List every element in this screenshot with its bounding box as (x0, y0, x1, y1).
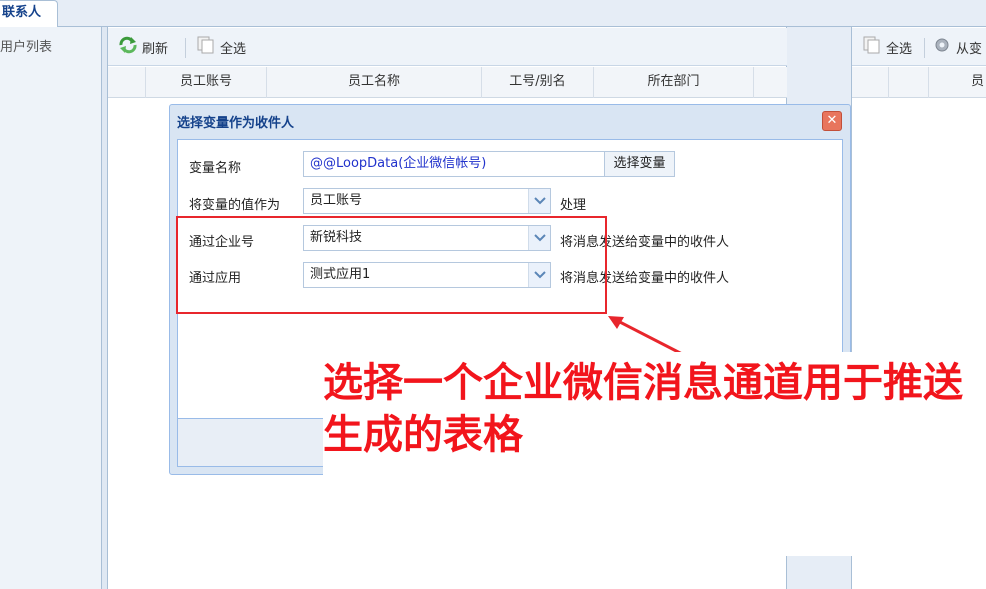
annotation-text: 选择一个企业微信消息通道用于推送生成的表格 (323, 360, 963, 458)
right-select-all-button[interactable]: 全选 (862, 36, 912, 58)
value-as-select[interactable]: 员工账号 (303, 188, 551, 214)
gear-icon (932, 36, 952, 58)
value-as-suffix: 处理 (560, 198, 587, 213)
grid-col-name[interactable]: 员工名称 (266, 67, 481, 98)
var-name-input[interactable]: @@LoopData(企业微信帐号) (303, 151, 605, 177)
chevron-down-icon[interactable] (528, 189, 550, 213)
select-all-button[interactable]: 全选 (196, 36, 246, 58)
tab-contacts[interactable]: 联系人 (0, 0, 58, 27)
var-name-label: 变量名称 (189, 161, 242, 176)
grid-col-employee-id[interactable]: 工号/别名 (481, 67, 593, 98)
grid-col-department[interactable]: 所在部门 (593, 67, 753, 98)
tab-strip (0, 0, 986, 27)
refresh-button[interactable]: 刷新 (118, 36, 168, 58)
dialog-title: 选择变量作为收件人 (177, 116, 295, 131)
grid-col-extra (753, 67, 787, 98)
left-panel-title: 用户列表 (0, 40, 53, 55)
select-all-icon (862, 36, 882, 58)
highlight-box (176, 216, 607, 314)
toolbar-separator (185, 38, 186, 58)
select-all-icon (196, 36, 216, 58)
value-as-label: 将变量的值作为 (189, 198, 281, 213)
close-icon[interactable]: ✕ (822, 111, 842, 131)
from-variable-label: 从变 (956, 41, 983, 57)
select-variable-button[interactable]: 选择变量 (604, 151, 675, 177)
right-grid-col-account[interactable]: 员 (928, 67, 986, 98)
value-as-selected: 员工账号 (310, 193, 363, 208)
grid-col-account[interactable]: 员工账号 (145, 67, 266, 98)
right-grid-col-check (888, 67, 928, 98)
select-all-label: 全选 (220, 41, 247, 57)
left-panel (0, 27, 102, 589)
refresh-label: 刷新 (142, 41, 169, 57)
refresh-icon (118, 36, 138, 58)
right-select-all-label: 全选 (886, 41, 913, 57)
toolbar-separator (924, 38, 925, 58)
from-variable-button[interactable]: 从变 (932, 36, 982, 58)
